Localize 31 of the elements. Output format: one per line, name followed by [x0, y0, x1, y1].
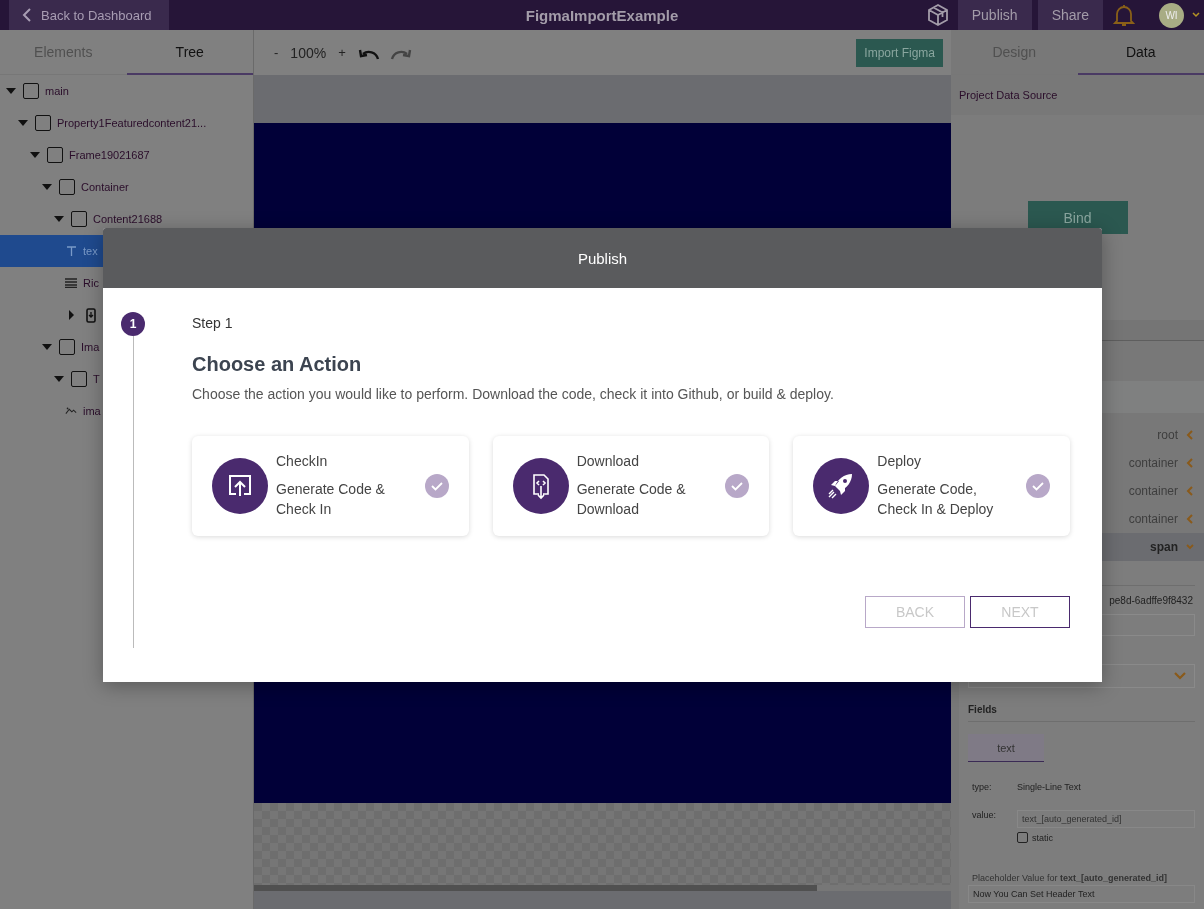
action-description: Generate Code, Check In & Deploy — [877, 480, 995, 519]
dialog-title: Publish — [577, 249, 628, 267]
type-label: type: — [972, 782, 993, 792]
placeholder-label: Placeholder Value for text_[auto_generated_id] — [971, 873, 1168, 883]
tree-label: T — [93, 373, 100, 385]
tree-label: tex — [83, 245, 98, 257]
zoom-level: 100% — [290, 44, 327, 61]
tree-label: main — [45, 85, 69, 97]
action-description: Generate Code & Check In — [276, 480, 386, 519]
tree-label: Container — [81, 181, 129, 193]
element-id: pe8d-6adffe9f8432 — [1109, 594, 1193, 606]
tree-label: Frame19021687 — [69, 149, 150, 161]
tree-label: Property1Featuredcontent21... — [57, 117, 207, 129]
value-label: value: — [972, 810, 998, 822]
action-title: Download — [576, 453, 640, 469]
fields-heading: Fields — [968, 704, 1195, 722]
dialog-description: Choose the action you would like to perform. Download the code, check it into Github, or build & deploy. — [192, 386, 835, 402]
type-value: Single-Line Text — [1017, 782, 1081, 792]
step-label: Step 1 — [192, 315, 234, 331]
tree-label: Content21688 — [93, 213, 163, 225]
project-title: FigmaImportExample — [525, 6, 679, 24]
tree-label: ima — [83, 405, 101, 417]
tree-label: Ric — [83, 277, 99, 289]
action-title: Deploy — [877, 453, 922, 469]
static-label: static — [1032, 832, 1053, 843]
action-title: CheckIn — [276, 453, 329, 469]
step-number: 1 — [121, 312, 145, 336]
tree-label: Ima — [81, 341, 100, 353]
section-label: Project Data Source — [959, 89, 1058, 101]
dialog-heading: Choose an Action — [192, 353, 363, 376]
action-description: Generate Code & Download — [576, 480, 687, 519]
